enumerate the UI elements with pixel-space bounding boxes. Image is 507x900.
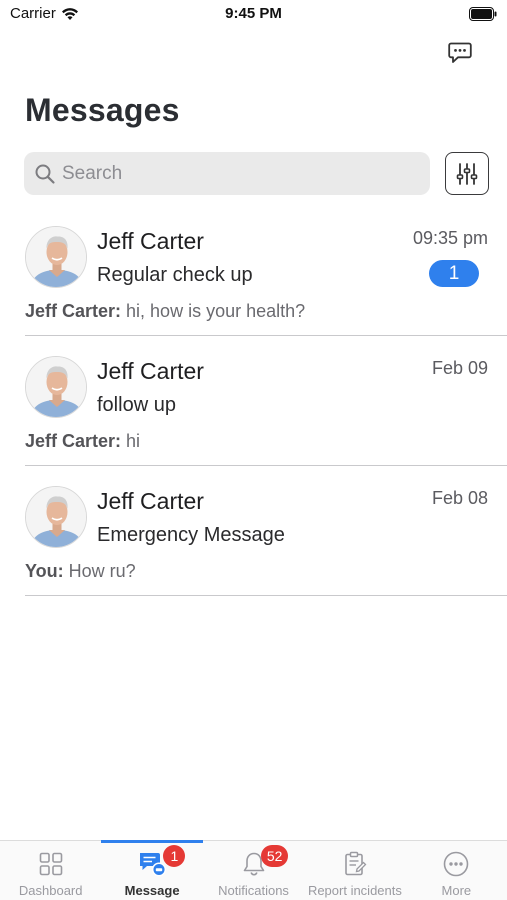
tab-more[interactable]: More (406, 841, 507, 900)
preview-sender: Jeff Carter: (25, 431, 122, 451)
tab-label: More (441, 883, 472, 898)
grid-icon (39, 852, 63, 876)
contact-name: Jeff Carter (97, 358, 204, 384)
tab-label: Dashboard (18, 883, 83, 898)
chat-bubble-icon (448, 42, 472, 63)
conversation-item[interactable]: Jeff Carter Emergency Message Feb 08 You… (0, 466, 507, 596)
battery-icon (469, 7, 497, 21)
page-title: Messages (25, 92, 180, 128)
last-message-preview: Jeff Carter: hi, how is your health? (25, 301, 305, 322)
avatar (25, 486, 87, 548)
conversation-subject: follow up (97, 394, 176, 416)
preview-sender: You: (25, 561, 64, 581)
filter-button[interactable] (445, 152, 489, 195)
status-time: 9:45 PM (225, 5, 282, 22)
search-icon (35, 164, 55, 184)
clipboard-icon (345, 851, 367, 876)
conversation-subject: Emergency Message (97, 524, 285, 546)
divider (25, 595, 507, 596)
user-photo-icon (26, 227, 86, 287)
unread-count-badge: 1 (429, 260, 479, 287)
last-message-preview: Jeff Carter: hi (25, 431, 140, 452)
new-chat-button[interactable] (446, 40, 474, 66)
search-input[interactable] (62, 162, 402, 185)
search-bar[interactable] (24, 152, 430, 195)
message-badge: 1 (163, 845, 186, 867)
avatar (25, 356, 87, 418)
conversation-time: 09:35 pm (412, 228, 488, 248)
user-photo-icon (26, 487, 86, 547)
sliders-icon (456, 162, 478, 185)
message-icon (140, 853, 167, 877)
preview-text: hi (121, 431, 141, 451)
conversation-item[interactable]: Jeff Carter Regular check up 09:35 pm 1 … (0, 206, 507, 336)
tab-report-incidents[interactable]: Report incidents (304, 841, 405, 900)
status-bar: Carrier 9:45 PM (0, 0, 507, 30)
conversation-item[interactable]: Jeff Carter follow up Feb 09 Jeff Carter… (0, 336, 507, 466)
conversation-list: Jeff Carter Regular check up 09:35 pm 1 … (0, 206, 507, 596)
tab-notifications[interactable]: 52 Notifications (203, 841, 304, 900)
user-photo-icon (26, 357, 86, 417)
preview-text: hi, how is your health? (121, 301, 306, 321)
conversation-time: Feb 09 (431, 358, 488, 378)
contact-name: Jeff Carter (97, 488, 204, 514)
tab-label: Notifications (218, 883, 289, 898)
conversation-time: Feb 08 (431, 488, 488, 508)
last-message-preview: You: How ru? (25, 561, 136, 582)
contact-name: Jeff Carter (97, 228, 204, 254)
avatar (25, 226, 87, 288)
more-icon (444, 851, 469, 877)
tab-bar: Dashboard 1 Message 52 Notifications Rep… (0, 840, 507, 900)
conversation-subject: Regular check up (97, 264, 253, 286)
tab-label: Message (124, 883, 180, 898)
preview-sender: Jeff Carter: (25, 301, 122, 321)
notifications-badge: 52 (260, 845, 289, 867)
tab-label: Report incidents (307, 883, 402, 898)
preview-text: How ru? (63, 561, 136, 581)
tab-message[interactable]: 1 Message (101, 840, 204, 900)
tab-dashboard[interactable]: Dashboard (0, 841, 101, 900)
